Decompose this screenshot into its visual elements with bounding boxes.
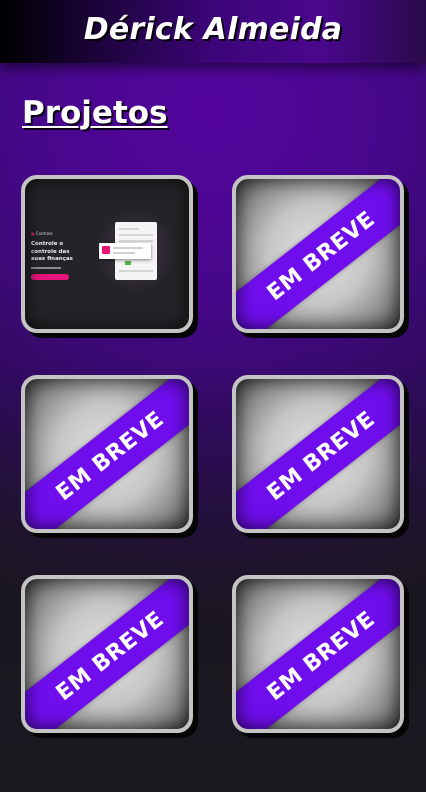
- project-card-5[interactable]: EM BREVE: [21, 575, 193, 733]
- site-header: Dérick Almeida: [0, 0, 426, 63]
- project-card-1[interactable]: ● Controle Controle o controle das suas …: [21, 175, 193, 333]
- project-card-3[interactable]: EM BREVE: [21, 375, 193, 533]
- coming-soon-ribbon: EM BREVE: [236, 179, 400, 329]
- preview-cta: [31, 274, 69, 280]
- site-title: Dérick Almeida: [83, 12, 343, 47]
- coming-soon-ribbon: EM BREVE: [25, 379, 189, 529]
- preview-subline: [31, 267, 61, 269]
- coming-soon-ribbon: EM BREVE: [236, 579, 400, 729]
- preview-headline: Controle o controle das suas finanças: [31, 241, 73, 262]
- projects-section-title: Projetos: [22, 95, 168, 131]
- project-card-6[interactable]: EM BREVE: [232, 575, 404, 733]
- preview-logo: ● Controle: [31, 231, 53, 236]
- project-card-2[interactable]: EM BREVE: [232, 175, 404, 333]
- preview-notification-popup: [99, 243, 151, 259]
- project-card-4[interactable]: EM BREVE: [232, 375, 404, 533]
- coming-soon-ribbon: EM BREVE: [25, 579, 189, 729]
- preview-badge-icon: [102, 246, 110, 254]
- coming-soon-ribbon: EM BREVE: [236, 379, 400, 529]
